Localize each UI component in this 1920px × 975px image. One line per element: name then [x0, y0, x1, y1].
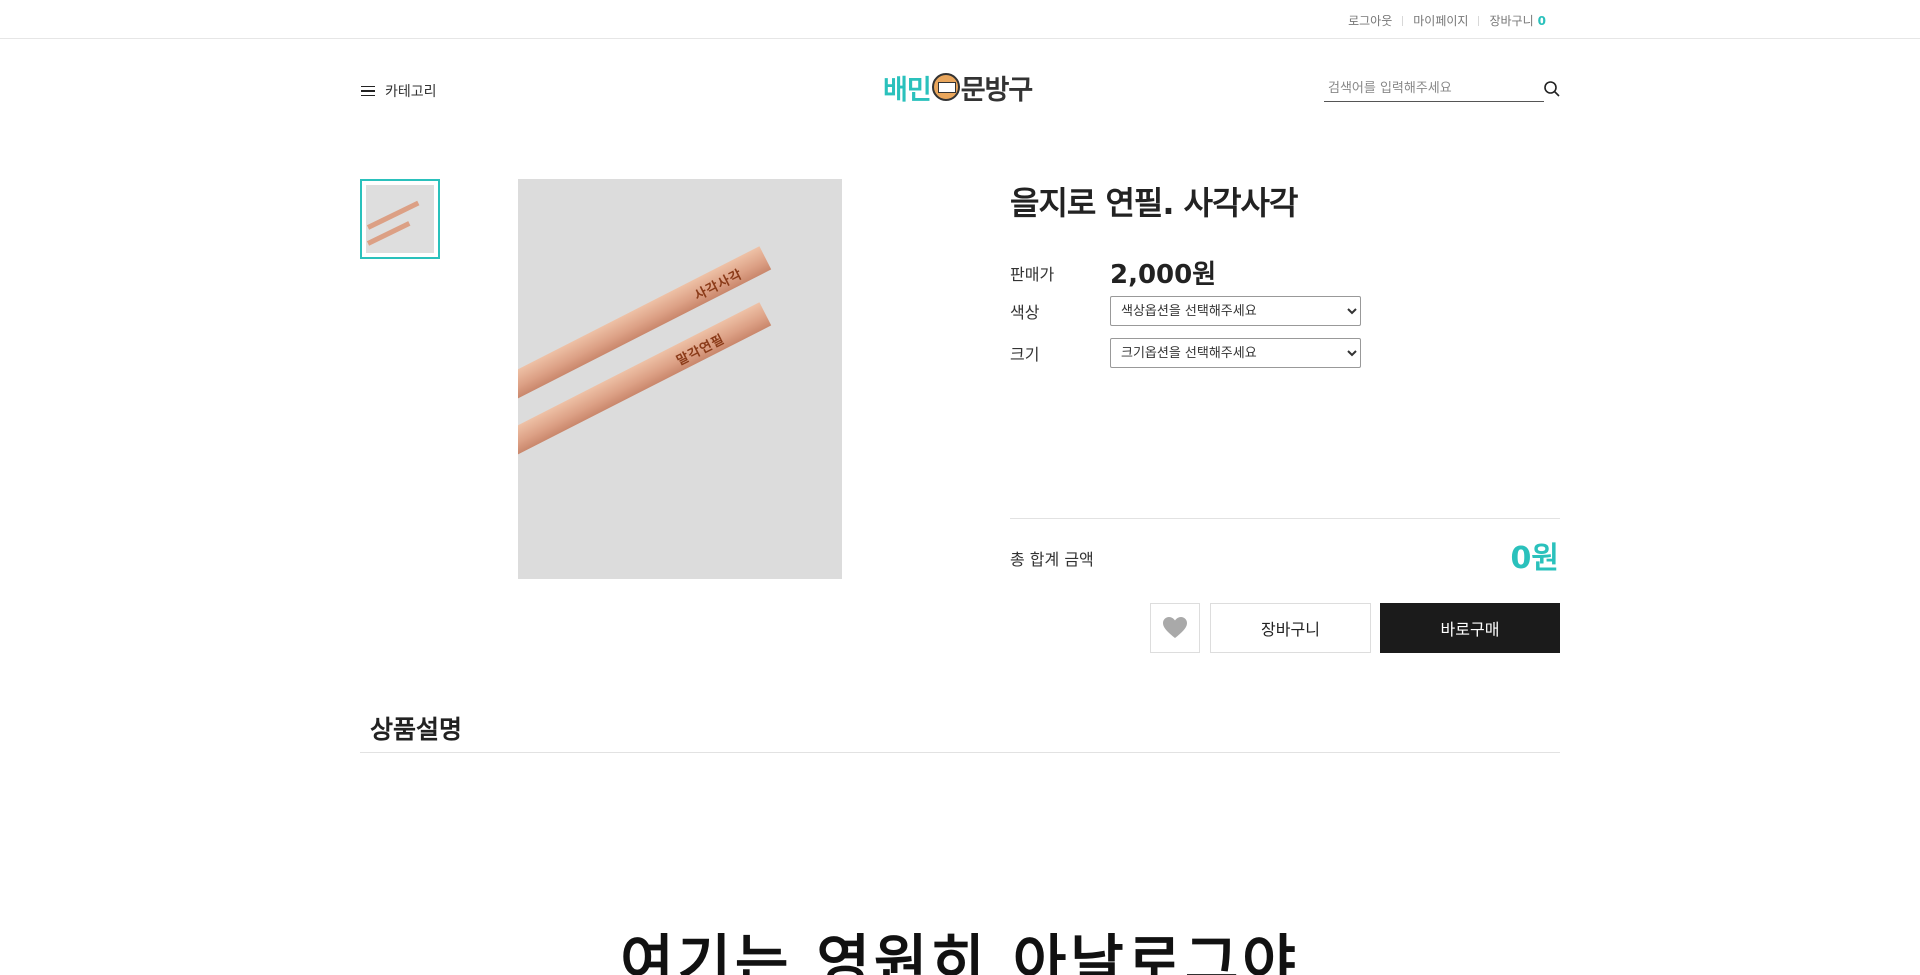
cart-link[interactable]: 장바구니 0 [1489, 12, 1546, 29]
product-main-image: 말각연필 사각사각 [518, 179, 842, 579]
divider [1402, 15, 1404, 26]
product-title: 을지로 연필. 사각사각 [1010, 184, 1298, 222]
category-menu-button[interactable]: 카테고리 [361, 81, 437, 101]
search-input[interactable] [1324, 76, 1544, 100]
divider [1010, 518, 1560, 519]
divider [1478, 15, 1480, 26]
search-box [1324, 76, 1544, 102]
description-banner-text: 여기는 영원히 아날로그야 [620, 928, 1300, 975]
product-thumbnail[interactable] [360, 179, 440, 259]
site-logo[interactable]: 배민 문방구 [883, 68, 1038, 106]
color-label: 색상 [1010, 303, 1040, 322]
category-label: 카테고리 [385, 84, 437, 100]
color-option-row: 색상 색상옵션을 선택해주세요 [1010, 296, 1361, 326]
price-value: 2,000원 [1110, 260, 1217, 290]
thumbnail-image [366, 185, 434, 253]
cart-count-badge: 0 [1537, 14, 1546, 28]
price-label: 판매가 [1010, 264, 1055, 284]
size-option-row: 크기 크기옵션을 선택해주세요 [1010, 338, 1361, 368]
add-to-cart-button[interactable]: 장바구니 [1210, 603, 1371, 653]
description-title: 상품설명 [370, 715, 463, 744]
top-links: 로그아웃 마이페이지 장바구니 0 [1348, 12, 1546, 29]
wishlist-button[interactable] [1150, 603, 1200, 653]
logo-text-primary: 배민 [883, 74, 932, 106]
pencil-engraving: 사각사각 [692, 267, 746, 304]
top-utility-bar: 로그아웃 마이페이지 장바구니 0 [0, 0, 1920, 39]
logout-link[interactable]: 로그아웃 [1348, 12, 1392, 29]
logo-mascot-icon [931, 73, 960, 101]
search-icon[interactable] [1543, 80, 1561, 98]
size-label: 크기 [1010, 345, 1040, 364]
total-value: 0원 [1510, 541, 1559, 576]
size-select[interactable]: 크기옵션을 선택해주세요 [1110, 338, 1361, 368]
logo-text-secondary: 문방구 [960, 74, 1034, 106]
pencil-engraving: 말각연필 [674, 332, 728, 370]
hamburger-icon [361, 85, 375, 97]
total-label: 총 합계 금액 [1010, 550, 1094, 569]
cart-link-label: 장바구니 [1489, 14, 1534, 28]
buy-now-button[interactable]: 바로구매 [1380, 603, 1560, 653]
price-row: 판매가 2,000원 [1010, 254, 1216, 291]
divider [360, 752, 1560, 753]
mypage-link[interactable]: 마이페이지 [1413, 12, 1468, 29]
color-select[interactable]: 색상옵션을 선택해주세요 [1110, 296, 1361, 326]
heart-icon [1163, 617, 1187, 638]
